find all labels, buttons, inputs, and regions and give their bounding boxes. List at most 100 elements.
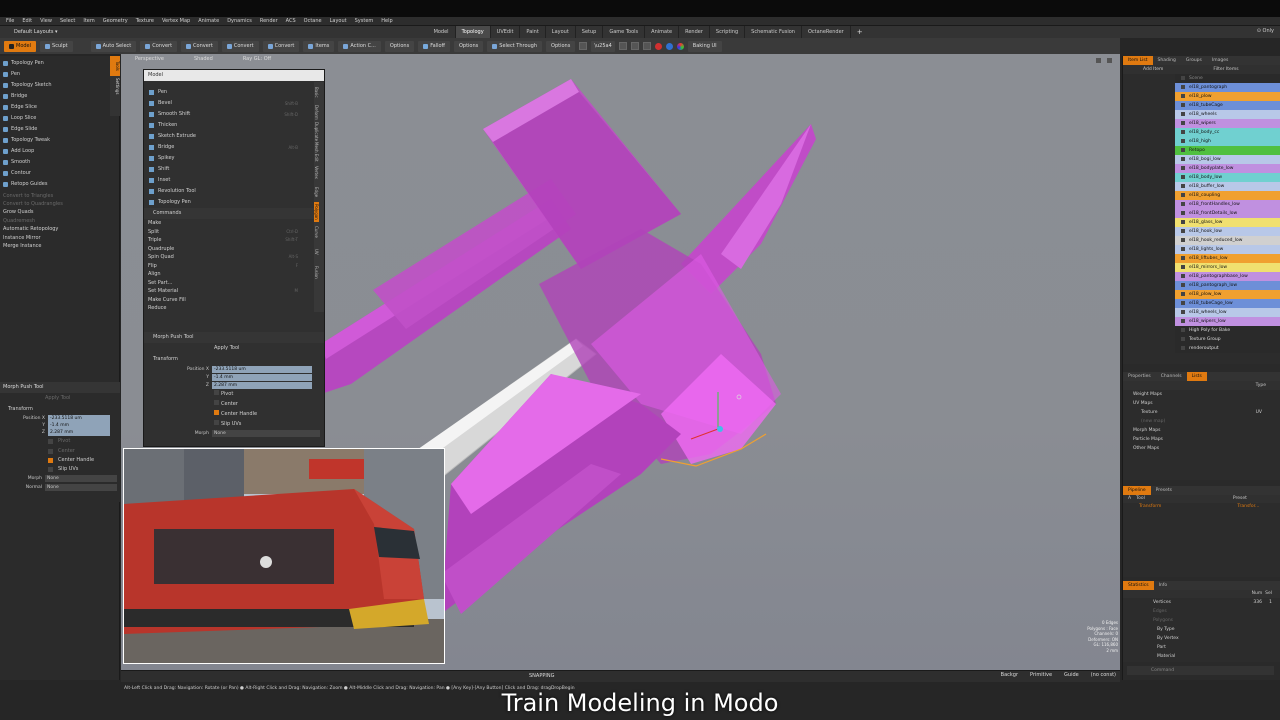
command-flip[interactable]: Flip F xyxy=(144,262,312,271)
tool-instance-mirror[interactable]: Instance Mirror xyxy=(0,234,108,243)
tool-edge-slice[interactable]: Edge Slice xyxy=(0,102,108,113)
menu-texture[interactable]: Texture xyxy=(136,18,154,24)
tool-edge-slide[interactable]: Edge Slide xyxy=(0,124,108,135)
rtab-shading[interactable]: Shading xyxy=(1153,56,1181,65)
menu-help[interactable]: Help xyxy=(381,18,392,24)
tool-topology-sketch[interactable]: Topology Sketch xyxy=(0,80,108,91)
tab-uvedit[interactable]: UVEdit xyxy=(491,26,521,38)
center-checkbox[interactable]: Center xyxy=(0,447,120,456)
model-apply-tool-button[interactable]: Apply Tool xyxy=(144,343,324,354)
item-row[interactable]: el18_frontHandles_low xyxy=(1175,200,1280,209)
vertices-mode-button[interactable]: Convert xyxy=(140,40,178,52)
item-row[interactable]: el18_pantograph_low xyxy=(1175,281,1280,290)
item-row[interactable]: el18_wipers xyxy=(1175,119,1280,128)
item-row[interactable]: Scene xyxy=(1175,74,1280,83)
tab-setup[interactable]: Setup xyxy=(576,26,604,38)
stat-row-by-type[interactable]: By Type xyxy=(1123,625,1280,634)
model-vtab-uv[interactable]: UV xyxy=(314,242,319,262)
item-row[interactable]: el18_bodyplate_low xyxy=(1175,164,1280,173)
tab-topology[interactable]: Topology xyxy=(455,26,491,38)
menu-file[interactable]: File xyxy=(6,18,14,24)
workplane-icon[interactable] xyxy=(630,42,639,50)
list-row-weight-maps[interactable]: Weight Maps xyxy=(1123,390,1280,399)
tool-retopo-guides[interactable]: Retopo Guides xyxy=(0,179,108,190)
status-button-guide[interactable]: Guide xyxy=(1064,672,1079,678)
item-row[interactable]: el18_glass_low xyxy=(1175,218,1280,227)
model-tool-thicken[interactable]: Thicken xyxy=(144,120,312,131)
menu-octane[interactable]: Octane xyxy=(304,18,322,24)
tab-settings[interactable]: Settings xyxy=(110,76,120,96)
symmetry-icon[interactable] xyxy=(579,42,588,50)
model-tool-smooth-shift[interactable]: Smooth Shift Shift-D xyxy=(144,109,312,120)
item-row[interactable]: el18_frontDetails_low xyxy=(1175,209,1280,218)
command-spin-quad[interactable]: Spin Quad Alt-S xyxy=(144,253,312,262)
auto-select-button[interactable]: Auto Select xyxy=(90,40,137,52)
model-vtab-deform[interactable]: Deform xyxy=(314,102,319,122)
view-type-select[interactable]: Perspective xyxy=(135,56,164,66)
model-vtab-edge[interactable]: Edge xyxy=(314,182,319,202)
tool-contour[interactable]: Contour xyxy=(0,168,108,179)
stat-row-polygons[interactable]: Polygons xyxy=(1123,616,1280,625)
item-row[interactable]: el18_hook_low xyxy=(1175,227,1280,236)
item-row[interactable]: el18_buffer_low xyxy=(1175,182,1280,191)
model-vtab-fusion[interactable]: Fusion xyxy=(314,262,319,282)
model-slip-uvs-checkbox[interactable]: Slip UVs xyxy=(144,419,324,429)
menu-item[interactable]: Item xyxy=(83,18,94,24)
model-tool-spikey[interactable]: Spikey xyxy=(144,153,312,164)
menu-render[interactable]: Render xyxy=(260,18,278,24)
tool-grow-quads[interactable]: Grow Quads xyxy=(0,208,108,217)
list-row-morph-maps[interactable]: Morph Maps xyxy=(1123,426,1280,435)
tab-model[interactable]: Model xyxy=(428,26,456,38)
tool-automatic-retopology[interactable]: Automatic Retopology xyxy=(0,225,108,234)
rtab-properties[interactable]: Properties xyxy=(1123,372,1156,381)
action-options-button[interactable]: Options xyxy=(384,40,415,52)
grid-icon[interactable] xyxy=(642,42,651,50)
item-row[interactable]: el18_coupling xyxy=(1175,191,1280,200)
only-toggle[interactable]: ⊙ Only xyxy=(1257,28,1274,34)
apply-tool-button[interactable]: Apply Tool xyxy=(0,393,120,404)
model-center-checkbox[interactable]: Center xyxy=(144,399,324,409)
position-x-field[interactable]: -233.5118 um xyxy=(48,415,110,422)
edges-mode-button[interactable]: Convert xyxy=(181,40,218,52)
tool-smooth[interactable]: Smooth xyxy=(0,157,108,168)
model-tool-inset[interactable]: Inset xyxy=(144,175,312,186)
menu-layout[interactable]: Layout xyxy=(330,18,347,24)
raygl-toggle[interactable]: Ray GL: Off xyxy=(243,56,271,66)
model-mode-button[interactable]: Model xyxy=(4,40,37,52)
item-row[interactable]: el18_tubeCage_low xyxy=(1175,299,1280,308)
snap-icon[interactable] xyxy=(618,42,627,50)
menu-system[interactable]: System xyxy=(355,18,374,24)
tab-scripting[interactable]: Scripting xyxy=(710,26,746,38)
command-triple[interactable]: Triple Shift-T xyxy=(144,236,312,245)
list-row-particle-maps[interactable]: Particle Maps xyxy=(1123,435,1280,444)
model-pivot-checkbox[interactable]: Pivot xyxy=(144,389,324,399)
stat-row-edges[interactable]: Edges xyxy=(1123,607,1280,616)
tool-convert-to-quadrangles[interactable]: Convert to Quadrangles xyxy=(0,200,108,208)
polygons-mode-button[interactable]: Convert xyxy=(221,40,259,52)
falloff-options-button[interactable]: Options xyxy=(453,40,484,52)
pivot-checkbox[interactable]: Pivot xyxy=(0,436,120,447)
snapping-label[interactable]: SNAPPING xyxy=(529,673,554,679)
tool-add-loop[interactable]: Add Loop xyxy=(0,146,108,157)
model-vtab-vertex[interactable]: Vertex xyxy=(314,162,319,182)
tool-topology-pen[interactable]: Topology Pen xyxy=(0,58,108,69)
model-tool-bridge[interactable]: Bridge Alt-B xyxy=(144,142,312,153)
center-handle-checkbox[interactable]: Center Handle xyxy=(0,456,120,465)
item-row[interactable]: Retopo xyxy=(1175,146,1280,155)
stat-row-by-vertex[interactable]: By Vertex xyxy=(1123,634,1280,643)
item-row[interactable]: el18_wheels_low xyxy=(1175,308,1280,317)
menu-geometry[interactable]: Geometry xyxy=(103,18,128,24)
tab-octanerender[interactable]: OctaneRender xyxy=(802,26,851,38)
item-row[interactable]: el18_pantographbase_low xyxy=(1175,272,1280,281)
tab-schematic-fusion[interactable]: Schematic Fusion xyxy=(745,26,802,38)
sphere-icon[interactable] xyxy=(665,42,673,50)
model-vtab-polygon[interactable]: Polygon xyxy=(314,202,319,222)
item-row[interactable]: High Poly for Bake xyxy=(1175,326,1280,335)
list-row-other-maps[interactable]: Other Maps xyxy=(1123,444,1280,453)
model-vtab-curve[interactable]: Curve xyxy=(314,222,319,242)
model-tool-topology-pen[interactable]: Topology Pen xyxy=(144,197,312,208)
tab-animate[interactable]: Animate xyxy=(645,26,680,38)
select-through-button[interactable]: Select Through xyxy=(487,40,543,52)
model-vtab-basic[interactable]: Basic xyxy=(314,82,319,102)
model-tool-revolution-tool[interactable]: Revolution Tool xyxy=(144,186,312,197)
